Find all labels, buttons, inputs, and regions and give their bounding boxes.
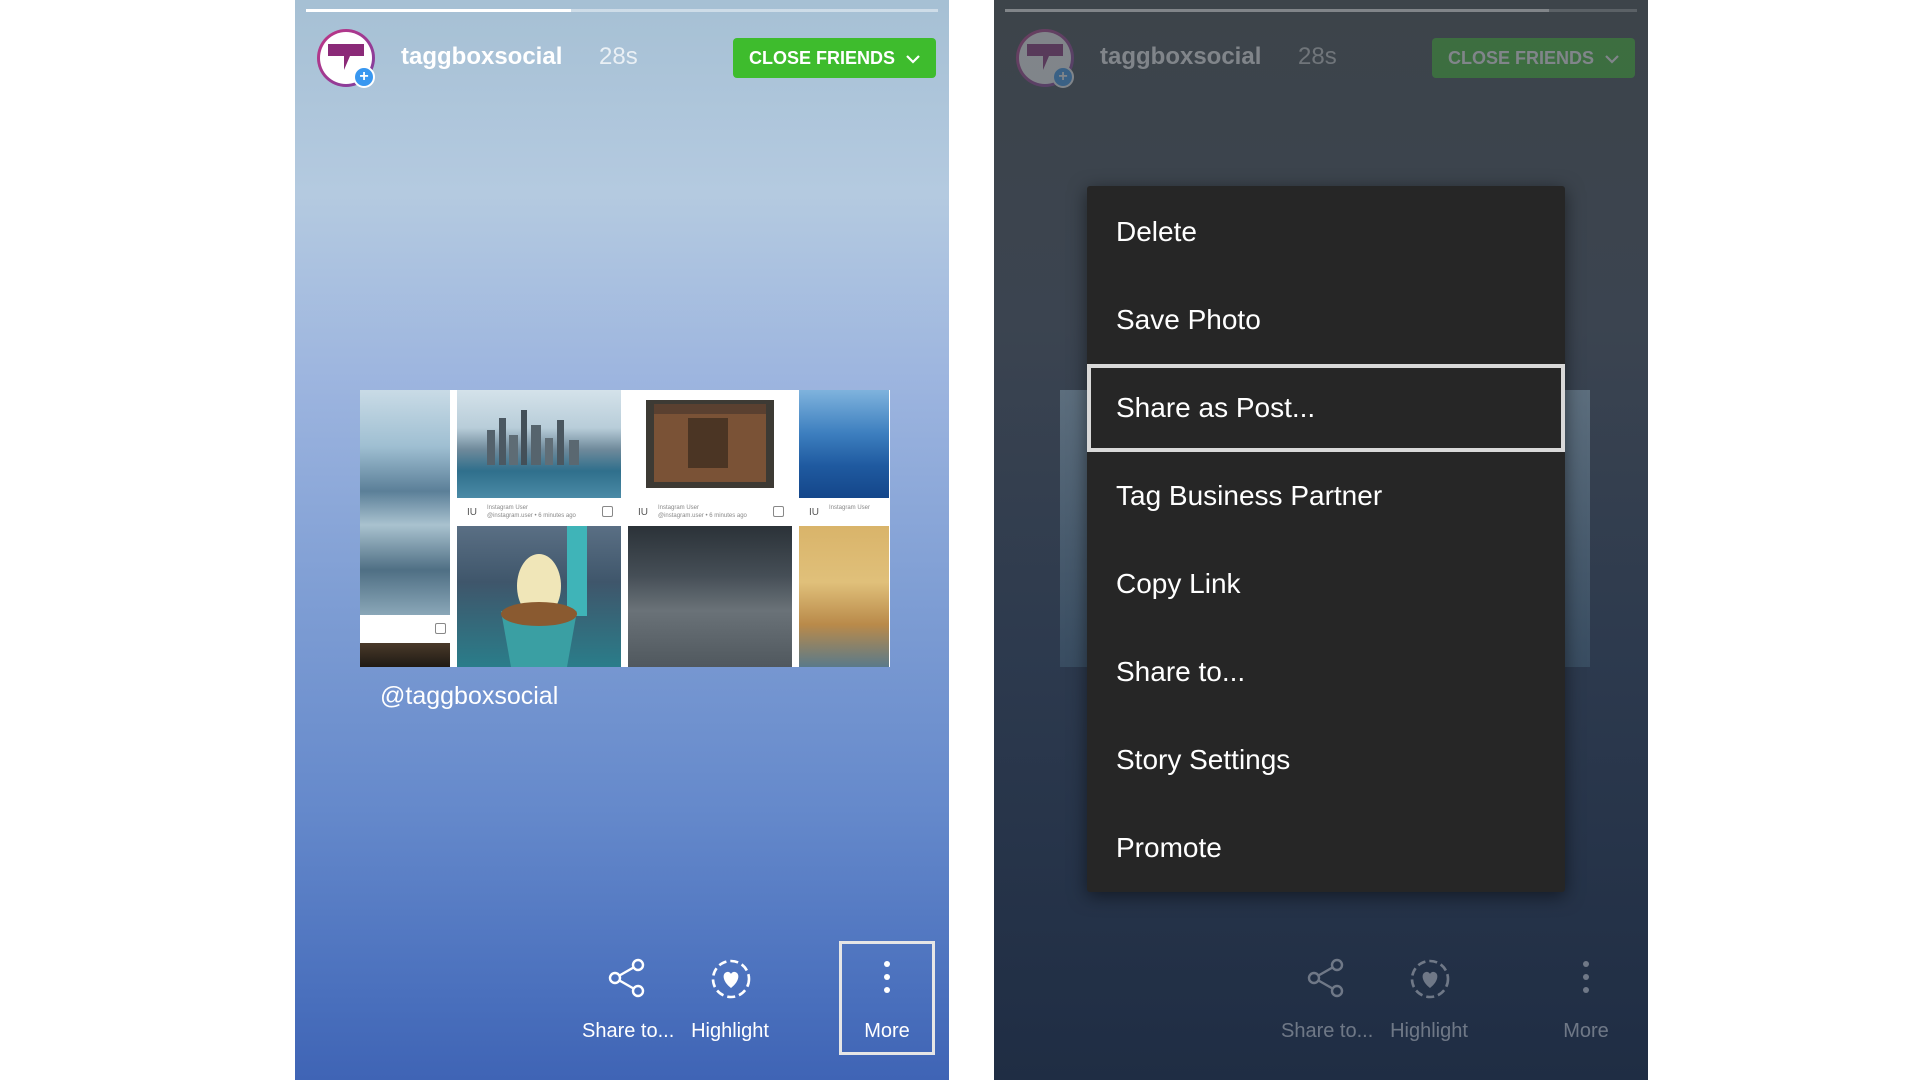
story-time: 28s: [599, 43, 638, 70]
post-meta: [360, 615, 450, 643]
menu-item-delete[interactable]: Delete: [1087, 188, 1565, 276]
highlight-button[interactable]: Highlight: [1384, 940, 1474, 1060]
story-progress-bar: [306, 9, 938, 12]
share-to-label: Share to...: [1281, 1020, 1374, 1042]
menu-item-tag-business-partner[interactable]: Tag Business Partner: [1087, 452, 1565, 540]
highlight-heart-icon: [1410, 959, 1450, 999]
story-time: 28s: [1298, 43, 1337, 70]
close-friends-label: CLOSE FRIENDS: [748, 48, 895, 68]
story-screen-left: + taggboxsocial 28s CLOSE FRIENDS IU Ins…: [295, 0, 949, 1080]
menu-item-save-photo[interactable]: Save Photo: [1087, 276, 1565, 364]
username[interactable]: taggboxsocial: [1100, 43, 1261, 71]
meta-initials: IU: [467, 507, 477, 518]
share-to-button[interactable]: Share to...: [1281, 940, 1374, 1060]
meta-name: Instagram User: [487, 505, 529, 511]
collage-photo-ice-cream: [457, 526, 621, 667]
chevron-down-icon: [906, 55, 920, 64]
menu-item-share-as-post[interactable]: Share as Post...: [1087, 364, 1565, 452]
add-story-icon[interactable]: +: [1052, 66, 1074, 88]
collage-photo-aerial-city: [628, 526, 792, 667]
more-label: More: [864, 1020, 910, 1042]
instagram-icon: [435, 623, 446, 634]
meta-initials: IU: [638, 507, 648, 518]
meta-text: Instagram User: [829, 504, 870, 512]
meta-sub: @instagram.user • 6 minutes ago: [658, 513, 747, 519]
collage-column: IU Instagram User @instagram.user • 6 min…: [457, 390, 621, 667]
collage-column: [360, 390, 450, 667]
share-icon: [1307, 958, 1344, 998]
close-friends-badge[interactable]: CLOSE FRIENDS: [1431, 38, 1635, 78]
more-label: More: [1563, 1020, 1609, 1042]
highlight-label: Highlight: [1390, 1020, 1468, 1042]
share-icon: [608, 958, 645, 998]
post-meta: IU Instagram User: [799, 498, 889, 526]
close-friends-badge[interactable]: CLOSE FRIENDS: [732, 38, 936, 78]
highlight-label: Highlight: [691, 1020, 769, 1042]
menu-item-copy-link[interactable]: Copy Link: [1087, 540, 1565, 628]
username[interactable]: taggboxsocial: [401, 43, 562, 71]
highlight-button[interactable]: Highlight: [685, 940, 775, 1060]
meta-text: Instagram User @instagram.user • 6 minute…: [487, 504, 576, 520]
highlight-heart-icon: [711, 959, 751, 999]
collage-photo-city-water: [360, 390, 450, 615]
meta-sub: @instagram.user • 6 minutes ago: [487, 513, 576, 519]
collage-photo-barn: [628, 390, 792, 498]
add-story-icon[interactable]: +: [353, 66, 375, 88]
mention-sticker[interactable]: @taggboxsocial: [380, 682, 558, 711]
story-progress-bar: [1005, 9, 1637, 12]
story-screen-right: + taggboxsocial 28s CLOSE FRIENDS Share …: [994, 0, 1648, 1080]
meta-text: Instagram User @instagram.user • 6 minute…: [658, 504, 747, 520]
more-vertical-icon: [884, 961, 890, 993]
share-to-button[interactable]: Share to...: [582, 940, 675, 1060]
more-button[interactable]: More: [1541, 940, 1631, 1060]
story-image-collage: IU Instagram User @instagram.user • 6 min…: [360, 390, 890, 667]
meta-initials: IU: [809, 507, 819, 518]
collage-photo-coast: [799, 390, 889, 498]
meta-name: Instagram User: [658, 505, 700, 511]
story-options-menu: Delete Save Photo Share as Post... Tag B…: [1087, 186, 1565, 892]
close-friends-label: CLOSE FRIENDS: [1447, 48, 1594, 68]
chevron-down-icon: [1605, 55, 1619, 64]
menu-item-promote[interactable]: Promote: [1087, 804, 1565, 892]
menu-item-share-to[interactable]: Share to...: [1087, 628, 1565, 716]
story-header: + taggboxsocial 28s CLOSE FRIENDS: [1016, 26, 1635, 92]
collage-column: IU Instagram User @instagram.user • 6 min…: [628, 390, 792, 667]
avatar[interactable]: +: [317, 29, 375, 88]
instagram-icon: [602, 506, 613, 517]
post-meta: IU Instagram User @instagram.user • 6 min…: [628, 498, 792, 526]
avatar[interactable]: +: [1016, 29, 1074, 88]
more-button[interactable]: More: [842, 940, 932, 1060]
collage-photo-venice: [799, 526, 889, 667]
more-vertical-icon: [1583, 961, 1589, 993]
story-header: + taggboxsocial 28s CLOSE FRIENDS: [317, 26, 936, 92]
menu-item-story-settings[interactable]: Story Settings: [1087, 716, 1565, 804]
share-to-label: Share to...: [582, 1020, 675, 1042]
collage-photo-dark: [360, 643, 450, 667]
instagram-icon: [773, 506, 784, 517]
meta-name: Instagram User: [829, 505, 871, 511]
collage-photo-skyline: [457, 390, 621, 498]
collage-column: IU Instagram User: [799, 390, 889, 667]
post-meta: IU Instagram User @instagram.user • 6 min…: [457, 498, 621, 526]
